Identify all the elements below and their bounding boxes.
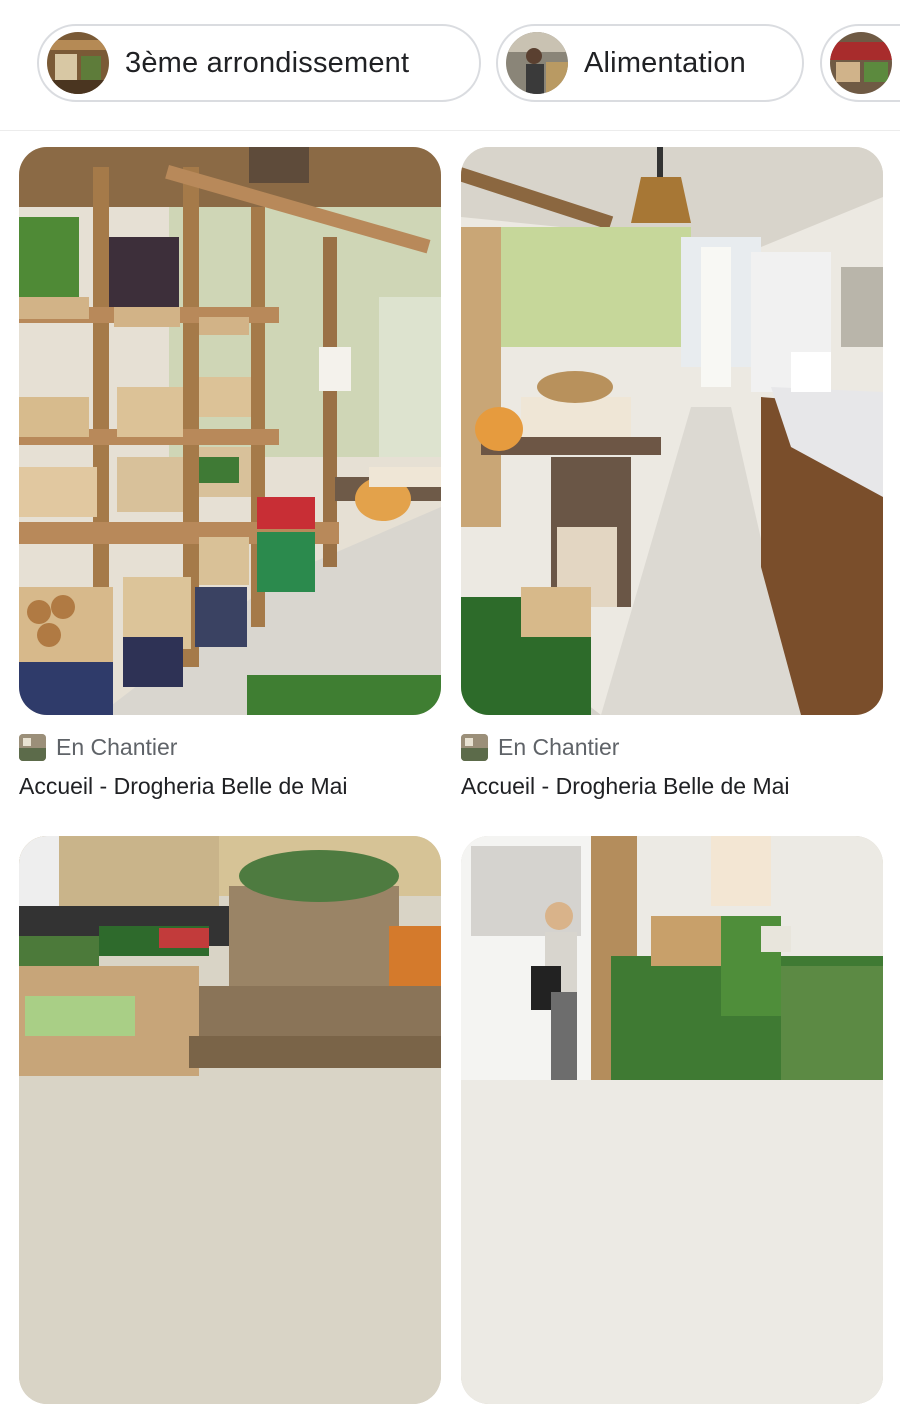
chip-produce[interactable] [820,24,900,102]
result-title[interactable]: Accueil - Drogheria Belle de Mai [19,773,441,800]
site-favicon-icon [19,733,46,761]
chip-alimentation[interactable]: Alimentation [496,24,804,102]
source-name: En Chantier [498,733,620,760]
woman-at-vegetable-stall-photo[interactable] [461,836,883,1404]
chip-label: 3ème arrondissement [125,46,410,79]
chip-thumbnail-image [830,32,892,94]
filter-chips-bar: 3ème arrondissement Alimentation [0,0,900,131]
result-card[interactable]: En Chantier Accueil - Drogheria Belle de… [19,147,441,800]
result-card[interactable]: En Chantier Accueil - Drogheria Belle de… [461,147,883,800]
wooden-shelves-shop-photo[interactable] [19,147,441,715]
source-name: En Chantier [56,733,178,760]
chip-3eme-arrondissement[interactable]: 3ème arrondissement [37,24,481,102]
site-favicon-icon [461,733,488,761]
chip-thumbnail-image [506,32,568,94]
source-row: En Chantier [461,731,883,763]
chip-thumbnail-image [47,32,109,94]
result-title[interactable]: Accueil - Drogheria Belle de Mai [461,773,883,800]
vegetable-crates-in-van-photo[interactable] [19,836,441,1404]
source-row: En Chantier [19,731,441,763]
result-card[interactable] [461,836,883,1404]
shop-aisle-counter-photo[interactable] [461,147,883,715]
chip-label: Alimentation [584,46,746,79]
result-card[interactable] [19,836,441,1404]
